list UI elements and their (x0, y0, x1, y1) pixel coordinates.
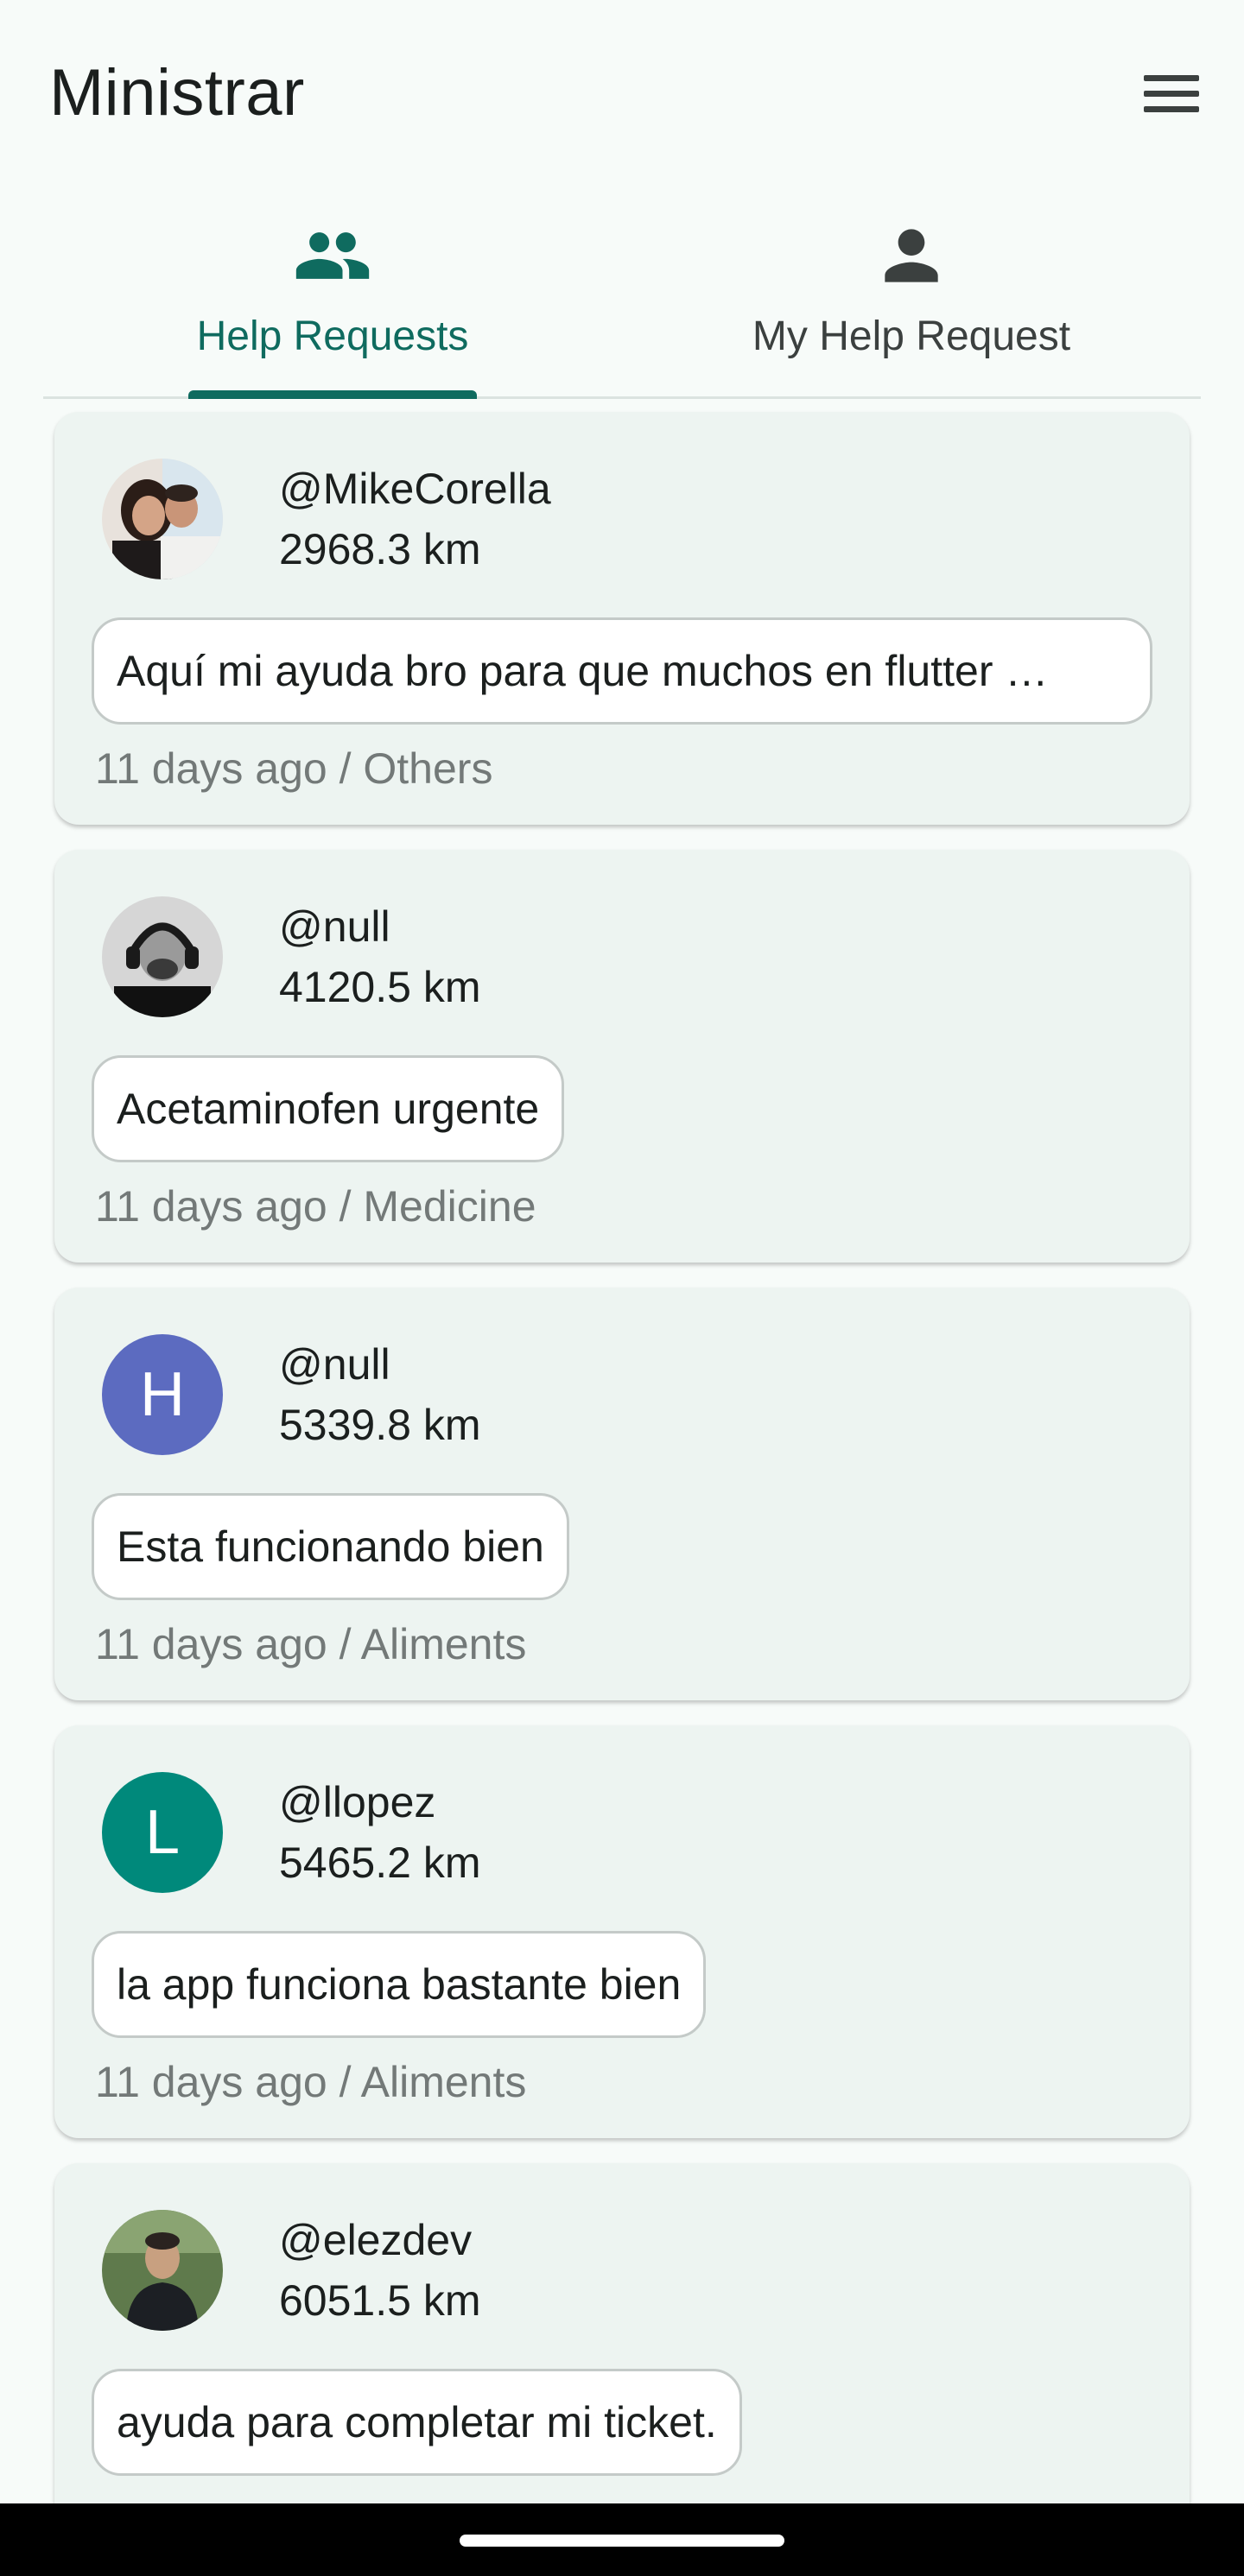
request-message-chip[interactable]: Aquí mi ayuda bro para que muchos en flu… (92, 617, 1152, 725)
distance-text: 4120.5 km (279, 963, 481, 1011)
avatar-letter: H (140, 1360, 185, 1429)
home-gesture-handle[interactable] (460, 2535, 784, 2547)
tab-label: Help Requests (196, 313, 469, 359)
user-handle: @null (279, 1340, 390, 1389)
help-request-card[interactable]: H @null 5339.8 km Esta funcionando bien … (54, 1288, 1190, 1700)
request-message-chip[interactable]: ayuda para completar mi ticket. (92, 2369, 742, 2476)
person-icon (885, 229, 938, 282)
letter-avatar: H (102, 1334, 223, 1455)
app-title: Ministrar (49, 56, 305, 130)
tab-my-help-request[interactable]: My Help Request (622, 190, 1201, 396)
user-handle: @elezdev (279, 2216, 473, 2264)
letter-avatar: L (102, 1772, 223, 1893)
user-handle: @llopez (279, 1778, 436, 1826)
tab-bar: Help Requests My Help Request (43, 190, 1201, 399)
request-meta: 11 days ago / Medicine (95, 1182, 536, 1231)
tab-help-requests[interactable]: Help Requests (43, 190, 622, 399)
help-request-card[interactable]: L @llopez 5465.2 km la app funciona bast… (54, 1725, 1190, 2138)
user-handle: @null (279, 902, 390, 951)
request-meta: 11 days ago / Aliments (95, 1620, 527, 1668)
user-handle: @MikeCorella (279, 465, 551, 513)
request-message-chip[interactable]: Acetaminofen urgente (92, 1055, 565, 1162)
outdoor-man-photo-avatar (102, 2210, 223, 2331)
request-meta: 11 days ago / Others (95, 744, 493, 793)
app-bar: Ministrar (0, 0, 1244, 181)
help-request-card[interactable]: @null 4120.5 km Acetaminofen urgente 11 … (54, 850, 1190, 1263)
menu-icon-line (1144, 90, 1199, 97)
app-screen: Ministrar Help Requests My Help Request (0, 0, 1244, 2576)
tab-selected-indicator (188, 390, 477, 399)
menu-icon-line (1144, 105, 1199, 112)
distance-text: 5465.2 km (279, 1839, 481, 1887)
avatar-letter: L (144, 1798, 181, 1867)
request-meta: 11 days ago / Aliments (95, 2058, 527, 2106)
menu-icon[interactable] (1132, 62, 1211, 124)
distance-text: 2968.3 km (279, 525, 481, 573)
request-message-chip[interactable]: la app funciona bastante bien (92, 1931, 707, 2038)
help-request-card[interactable]: @MikeCorella 2968.3 km Aquí mi ayuda bro… (54, 412, 1190, 825)
people-icon (295, 232, 370, 279)
distance-text: 6051.5 km (279, 2276, 481, 2325)
request-message-chip[interactable]: Esta funcionando bien (92, 1493, 569, 1600)
system-navigation-bar (0, 2503, 1244, 2576)
distance-text: 5339.8 km (279, 1401, 481, 1449)
headphones-man-photo-avatar (102, 896, 223, 1017)
tab-label: My Help Request (752, 313, 1071, 359)
help-request-list: @MikeCorella 2968.3 km Aquí mi ayuda bro… (54, 412, 1190, 2576)
menu-icon-line (1144, 74, 1199, 81)
couple-photo-avatar (102, 459, 223, 579)
